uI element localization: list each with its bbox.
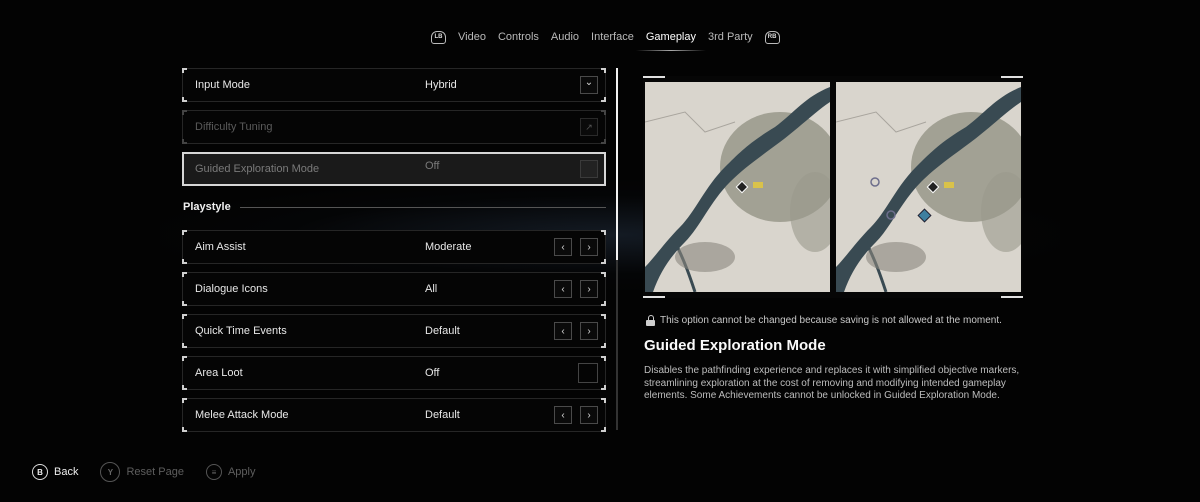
setting-label: Difficulty Tuning (195, 121, 273, 133)
setting-difficulty-tuning[interactable]: Difficulty Tuning ↗ (182, 110, 606, 144)
preview-panel (643, 76, 1023, 298)
setting-label: Area Loot (195, 367, 243, 379)
setting-value: Default (425, 409, 460, 421)
setting-label: Melee Attack Mode (195, 409, 289, 421)
b-button-icon: B (32, 464, 48, 480)
checkbox[interactable] (578, 363, 598, 383)
setting-label: Aim Assist (195, 241, 246, 253)
setting-value: Default (425, 325, 460, 337)
setting-label: Dialogue Icons (195, 283, 268, 295)
setting-value: Moderate (425, 241, 472, 253)
lb-bumper-icon[interactable]: LB (431, 30, 446, 44)
reset-page-button[interactable]: Y Reset Page (100, 462, 184, 482)
tab-audio[interactable]: Audio (551, 31, 579, 43)
setting-value: Off (425, 160, 440, 172)
tab-controls[interactable]: Controls (498, 31, 539, 43)
frame-accent (643, 76, 665, 78)
footer-actions: B Back Y Reset Page ≡ Apply (32, 462, 277, 482)
setting-value: Off (425, 367, 440, 379)
lock-icon (646, 315, 655, 326)
section-title: Playstyle (183, 201, 231, 213)
tab-video[interactable]: Video (458, 31, 486, 43)
notice-text: This option cannot be changed because sa… (660, 315, 1002, 326)
setting-guided-exploration-mode[interactable]: Guided Exploration Mode Off (182, 152, 606, 186)
section-playstyle: Playstyle (182, 194, 606, 220)
setting-input-mode[interactable]: Input Mode Hybrid ⌄ (182, 68, 606, 102)
setting-aim-assist[interactable]: Aim Assist Moderate ‹ › (182, 230, 606, 264)
chevron-left-icon[interactable]: ‹ (554, 322, 572, 340)
chevron-down-icon[interactable]: ⌄ (580, 76, 598, 94)
chevron-right-icon[interactable]: › (580, 238, 598, 256)
checkbox[interactable] (580, 160, 598, 178)
setting-label: Quick Time Events (195, 325, 287, 337)
map-preview-on (836, 82, 1021, 292)
chevron-right-icon[interactable]: › (580, 280, 598, 298)
reset-page-label: Reset Page (126, 466, 184, 478)
setting-quick-time-events[interactable]: Quick Time Events Default ‹ › (182, 314, 606, 348)
setting-value: All (425, 283, 438, 295)
chevron-left-icon[interactable]: ‹ (554, 238, 572, 256)
settings-list: Input Mode Hybrid ⌄ Difficulty Tuning ↗ … (182, 68, 606, 440)
setting-melee-attack-mode[interactable]: Melee Attack Mode Default ‹ › (182, 398, 606, 432)
frame-accent (1001, 296, 1023, 298)
setting-dialogue-icons[interactable]: Dialogue Icons All ‹ › (182, 272, 606, 306)
setting-label: Input Mode (195, 79, 251, 91)
chevron-left-icon[interactable]: ‹ (554, 406, 572, 424)
menu-button-icon: ≡ (205, 464, 222, 480)
settings-tabs: LB Video Controls Audio Interface Gamepl… (425, 28, 786, 51)
back-button[interactable]: B Back (32, 464, 78, 480)
apply-label: Apply (227, 466, 256, 478)
external-link-icon[interactable]: ↗ (580, 118, 598, 136)
chevron-right-icon[interactable]: › (580, 322, 598, 340)
setting-label: Guided Exploration Mode (195, 163, 320, 175)
rb-bumper-icon[interactable]: RB (764, 30, 780, 44)
tab-3rd-party[interactable]: 3rd Party (708, 31, 753, 43)
locked-notice: This option cannot be changed because sa… (646, 315, 1002, 326)
tab-gameplay[interactable]: Gameplay (635, 31, 707, 51)
setting-value: Hybrid (425, 79, 457, 91)
description-title: Guided Exploration Mode (644, 337, 826, 354)
chevron-right-icon[interactable]: › (580, 406, 598, 424)
y-button-icon: Y (100, 462, 121, 482)
frame-accent (643, 296, 665, 298)
chevron-left-icon[interactable]: ‹ (554, 280, 572, 298)
back-label: Back (54, 466, 79, 478)
setting-area-loot[interactable]: Area Loot Off (182, 356, 606, 390)
description-body: Disables the pathfinding experience and … (644, 365, 1020, 401)
apply-button[interactable]: ≡ Apply (205, 464, 256, 480)
frame-accent (1001, 76, 1023, 78)
map-preview-off (645, 82, 830, 292)
section-divider (240, 207, 606, 208)
tab-interface[interactable]: Interface (591, 31, 634, 43)
scrollbar-thumb[interactable] (616, 68, 618, 260)
